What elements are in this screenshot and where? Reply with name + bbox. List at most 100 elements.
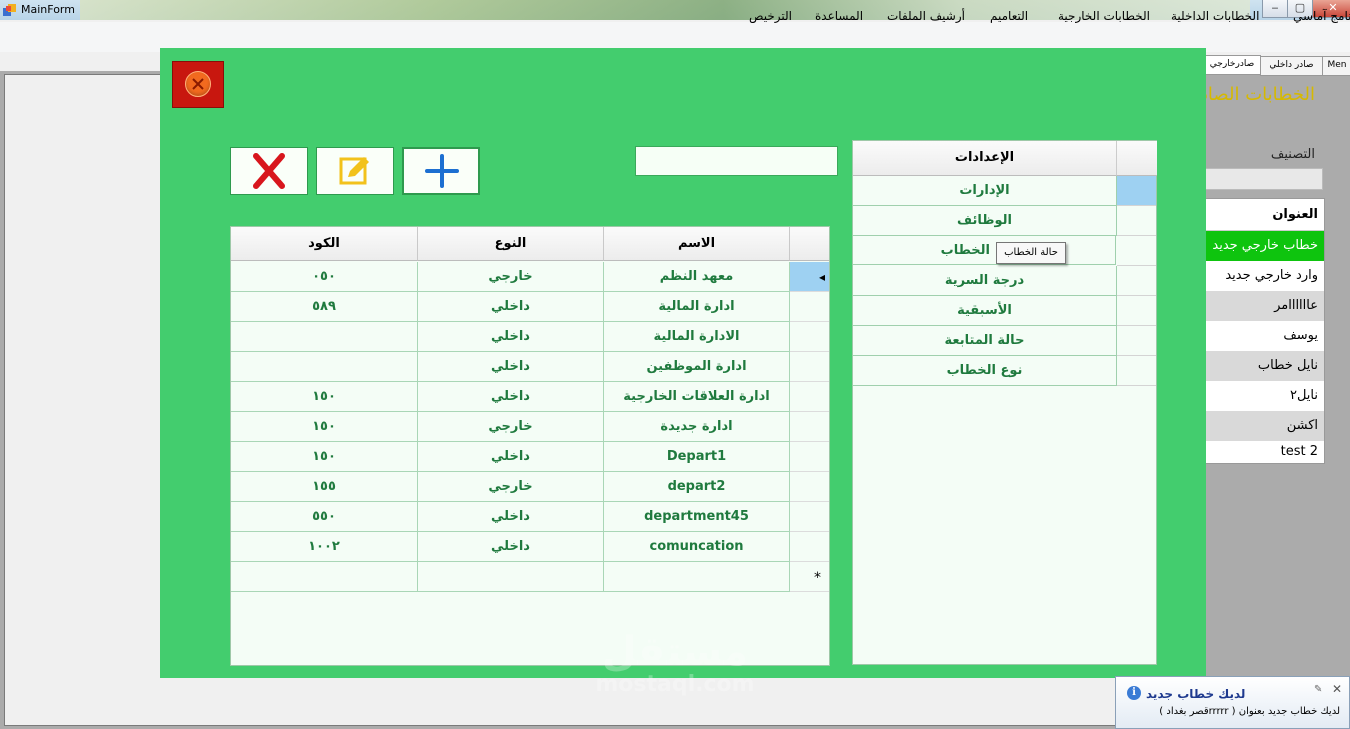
column-header-type[interactable]: النوع	[418, 227, 604, 261]
settings-item-secrecy[interactable]: درجة السرية	[853, 266, 1117, 296]
settings-item-letter-type[interactable]: نوع الخطاب	[853, 356, 1117, 386]
settings-header: الإعدادات	[853, 141, 1116, 176]
menu-item-external-letters[interactable]: الخطابات الخارجية	[1058, 9, 1150, 23]
new-row-marker[interactable]: *	[790, 562, 829, 592]
watermark-latin: mostaql.com	[595, 672, 755, 697]
row-selector[interactable]	[790, 382, 829, 412]
list-item[interactable]: يوسف	[1206, 321, 1324, 351]
grid-cell-name[interactable]: Depart1	[604, 442, 790, 472]
settings-item-followup-status[interactable]: حالة المتابعة	[853, 326, 1117, 356]
row-selector[interactable]	[790, 322, 829, 352]
row-selector-current[interactable]: ◂	[790, 262, 829, 292]
tooltip: حالة الخطاب	[996, 242, 1066, 264]
settings-item-departments[interactable]: الإدارات	[853, 176, 1117, 206]
grid-cell-code[interactable]: ٠٥٠	[231, 262, 418, 292]
menu-item-help[interactable]: المساعدة	[815, 9, 863, 23]
grid-cell-code[interactable]	[231, 322, 418, 352]
grid-cell-type[interactable]: داخلي	[418, 292, 604, 322]
notification-close-button[interactable]: ✕	[1332, 682, 1342, 696]
tab-men[interactable]: Men	[1322, 56, 1350, 76]
menu-item-internal-letters[interactable]: الخطابات الداخلية	[1171, 9, 1259, 23]
close-circle-icon	[185, 71, 211, 97]
menu-item-circulars[interactable]: التعاميم	[990, 9, 1028, 23]
grid-cell-type[interactable]: خارجي	[418, 262, 604, 292]
row-selector[interactable]	[1117, 356, 1156, 386]
list-item[interactable]: test 2	[1206, 441, 1324, 463]
grid-cell-name[interactable]: comuncation	[604, 532, 790, 562]
grid-cell-code[interactable]: ١٥٠	[231, 412, 418, 442]
grid-cell-code[interactable]	[231, 352, 418, 382]
menu-item-archive[interactable]: أرشيف الملفات	[887, 9, 965, 23]
grid-cell-code[interactable]: ١٥٠	[231, 382, 418, 412]
grid-cell-code[interactable]: ١٥٠	[231, 442, 418, 472]
row-selector-current[interactable]	[1117, 176, 1156, 206]
settings-item-letter[interactable]: الخطاب	[853, 236, 1116, 265]
menu-item-license[interactable]: الترخيص	[749, 9, 792, 23]
edit-pencil-icon	[339, 157, 369, 185]
grid-cell-type[interactable]: داخلي	[418, 502, 604, 532]
grid-cell-name[interactable]: ادارة المالية	[604, 292, 790, 322]
grid-corner-header	[790, 227, 829, 261]
tab-outgoing-external[interactable]: صادرخارجي	[1203, 55, 1261, 75]
grid-cell-name[interactable]	[604, 562, 790, 592]
grid-cell-name[interactable]: معهد النظم	[604, 262, 790, 292]
list-item[interactable]: عاااااامر	[1206, 291, 1324, 321]
add-button[interactable]	[402, 147, 480, 195]
grid-cell-code[interactable]: ١٥٥	[231, 472, 418, 502]
list-item[interactable]: نايل خطاب	[1206, 351, 1324, 381]
watermark: مستقل mostaql.com	[560, 632, 790, 698]
grid-cell-name[interactable]: ادارة العلاقات الخارجية	[604, 382, 790, 412]
grid-cell-type[interactable]: داخلي	[418, 442, 604, 472]
row-selector[interactable]	[790, 502, 829, 532]
grid-cell-name[interactable]: ادارة جديدة	[604, 412, 790, 442]
classify-combobox[interactable]	[1205, 168, 1323, 190]
settings-item-jobs[interactable]: الوظائف	[853, 206, 1117, 236]
settings-item-priority[interactable]: الأسبقية	[853, 296, 1117, 326]
grid-cell-type[interactable]: خارجي	[418, 472, 604, 502]
close-button[interactable]	[172, 61, 224, 108]
menu-item-program[interactable]: برنامج آماسي	[1293, 9, 1350, 23]
row-selector[interactable]	[1117, 296, 1156, 326]
edit-button[interactable]	[316, 147, 394, 195]
row-selector[interactable]	[1117, 326, 1156, 356]
column-header-name[interactable]: الاسم	[604, 227, 790, 261]
grid-cell-name[interactable]: ادارة الموظفين	[604, 352, 790, 382]
grid-cell-code[interactable]: ٥٨٩	[231, 292, 418, 322]
grid-cell-name[interactable]: department45	[604, 502, 790, 532]
grid-cell-code[interactable]	[231, 562, 418, 592]
grid-cell-type[interactable]: داخلي	[418, 382, 604, 412]
row-selector[interactable]	[790, 412, 829, 442]
app-form-icon	[3, 4, 16, 16]
grid-cell-type[interactable]	[418, 562, 604, 592]
row-selector[interactable]	[1117, 206, 1156, 236]
list-item[interactable]: وارد خارجي جديد	[1206, 261, 1324, 291]
delete-button[interactable]	[230, 147, 308, 195]
row-selector[interactable]	[790, 292, 829, 322]
row-selector[interactable]	[790, 442, 829, 472]
red-x-icon	[253, 153, 285, 189]
list-item[interactable]: اكشن	[1206, 411, 1324, 441]
row-selector[interactable]	[790, 472, 829, 502]
grid-cell-type[interactable]: داخلي	[418, 322, 604, 352]
settings-row-header-corner	[1116, 141, 1157, 176]
grid-cell-type[interactable]: داخلي	[418, 352, 604, 382]
list-item[interactable]: نايل٢	[1206, 381, 1324, 411]
pin-icon[interactable]: ✎	[1314, 684, 1322, 695]
grid-cell-code[interactable]: ٥٥٠	[231, 502, 418, 532]
row-selector[interactable]	[1117, 236, 1156, 266]
row-selector[interactable]	[790, 532, 829, 562]
grid-cell-code[interactable]: ١٠٠٢	[231, 532, 418, 562]
grid-cell-name[interactable]: depart2	[604, 472, 790, 502]
row-selector[interactable]	[1117, 266, 1156, 296]
list-header: العنوان	[1206, 199, 1324, 231]
row-selector[interactable]	[790, 352, 829, 382]
grid-cell-name[interactable]: الادارة المالية	[604, 322, 790, 352]
column-header-code[interactable]: الكود	[231, 227, 418, 261]
list-item[interactable]: خطاب خارجي جديد	[1206, 231, 1324, 261]
minimize-button[interactable]: ‒	[1262, 0, 1288, 18]
notification-body: لديك خطاب جديد بعنوان ( rrrrrقصر بغداد )	[1159, 706, 1340, 717]
grid-cell-type[interactable]: خارجي	[418, 412, 604, 442]
grid-cell-type[interactable]: داخلي	[418, 532, 604, 562]
tab-outgoing-internal[interactable]: صادر داخلي	[1260, 56, 1323, 76]
search-input[interactable]	[635, 146, 838, 176]
